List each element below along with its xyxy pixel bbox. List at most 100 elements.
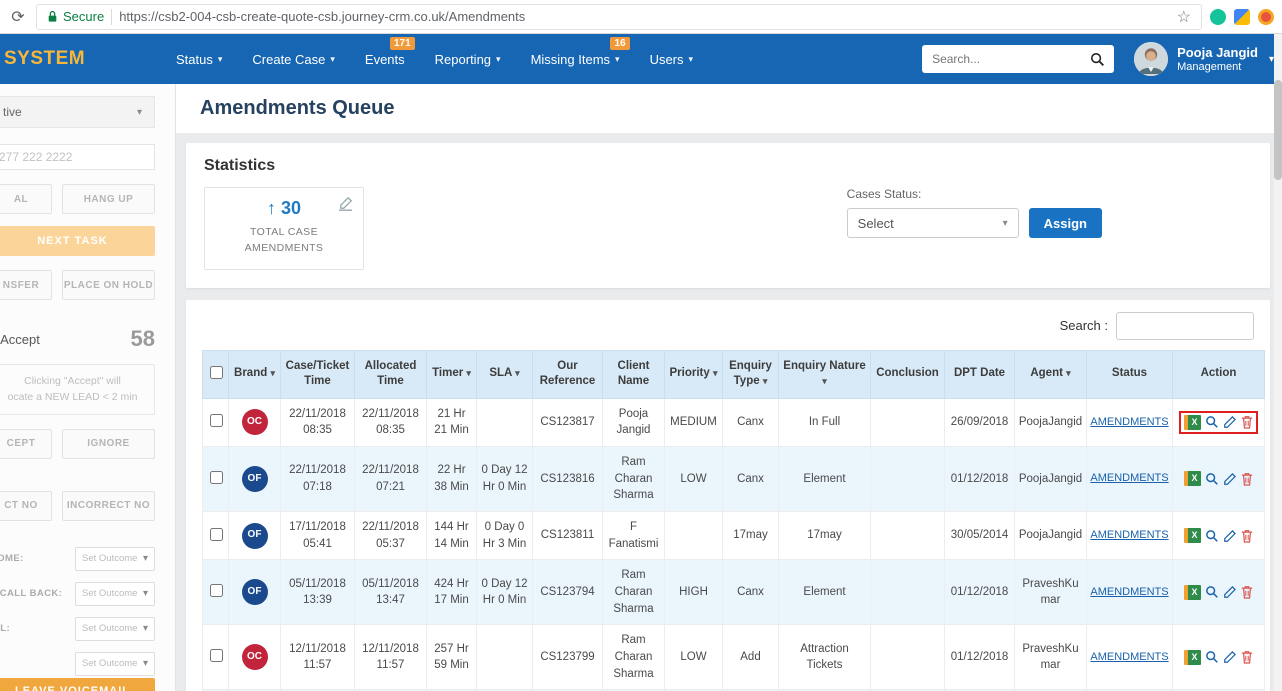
delete-icon[interactable] [1241, 472, 1253, 486]
sort-icon[interactable]: ▾ [713, 368, 718, 378]
total-case-amendments-card[interactable]: ↑ 30 TOTAL CASE AMENDMENTS [204, 187, 364, 270]
column-header[interactable]: Client Name [602, 349, 665, 399]
nav-item-users[interactable]: Users ▾ [650, 52, 693, 67]
delete-icon[interactable] [1241, 415, 1253, 429]
place-on-hold-button[interactable]: PLACE ON HOLD [62, 270, 155, 300]
user-menu[interactable]: Pooja Jangid Management ▾ [1134, 42, 1282, 76]
column-header[interactable]: Allocated Time [354, 349, 427, 399]
view-icon[interactable] [1205, 585, 1219, 599]
transfer-button[interactable]: NSFER [0, 270, 52, 300]
excel-export-icon[interactable]: X [1184, 471, 1201, 487]
status-amendments-link[interactable]: AMENDMENTS [1090, 586, 1168, 598]
leave-voicemail-button[interactable]: LEAVE VOICEMAIL [0, 678, 155, 691]
table-row: OC 22/11/2018 08:35 22/11/2018 08:35 21 Hr 21… [202, 397, 1265, 447]
column-header[interactable]: Timer ▾ [426, 349, 477, 399]
assign-button[interactable]: Assign [1028, 208, 1102, 238]
row-checkbox[interactable] [210, 471, 223, 485]
column-header[interactable]: Conclusion [870, 349, 945, 399]
extension-icon-red[interactable] [1258, 8, 1274, 25]
set-outcome-select[interactable]: Set Outcome ▾ [75, 616, 155, 641]
status-amendments-link[interactable]: AMENDMENTS [1090, 472, 1168, 484]
set-outcome-select[interactable]: Set Outcome ▾ [75, 546, 155, 571]
cases-status-select[interactable]: Select ▾ [846, 208, 1019, 238]
row-checkbox[interactable] [210, 649, 223, 663]
hang-up-button[interactable]: HANG UP [62, 184, 155, 214]
address-bar[interactable]: Secure https://csb2-004-csb-create-quote… [36, 3, 1202, 30]
enquiry-nature-cell: In Full [778, 397, 871, 447]
allocated-time-cell: 12/11/2018 11:57 [354, 624, 427, 691]
app-logo[interactable]: SYSTEM [0, 48, 176, 70]
edit-icon[interactable] [1223, 529, 1237, 543]
delete-icon[interactable] [1241, 650, 1253, 664]
accept-button[interactable]: CEPT [0, 428, 52, 459]
sort-icon[interactable]: ▾ [270, 368, 275, 378]
column-header[interactable]: Agent ▾ [1014, 349, 1087, 399]
sort-icon[interactable]: ▾ [466, 368, 471, 378]
view-icon[interactable] [1205, 529, 1219, 543]
global-search-button[interactable] [1080, 45, 1115, 73]
table-search-input[interactable] [1116, 311, 1254, 340]
column-header[interactable]: DPT Date [944, 349, 1015, 399]
nav-item-events[interactable]: Events 171 [365, 36, 415, 67]
column-header[interactable]: Our Reference [532, 349, 603, 399]
global-search-input[interactable] [922, 45, 1081, 73]
reload-icon[interactable]: ⟳ [8, 7, 28, 27]
status-cell: AMENDMENTS [1086, 559, 1173, 626]
delete-icon[interactable] [1241, 529, 1253, 543]
ignore-button[interactable]: IGNORE [62, 428, 155, 459]
sidebar-section-header[interactable]: tive ▾ [0, 96, 155, 128]
nav-item-create-case[interactable]: Create Case ▾ [252, 52, 335, 67]
set-outcome-select[interactable]: Set Outcome ▾ [75, 581, 155, 606]
bookmark-star-icon[interactable]: ☆ [1177, 7, 1191, 27]
set-outcome-select[interactable]: Set Outcome ▾ [75, 651, 155, 676]
edit-icon[interactable] [1223, 415, 1237, 429]
edit-icon[interactable] [1223, 585, 1237, 599]
sort-icon[interactable]: ▾ [1066, 368, 1071, 378]
status-amendments-link[interactable]: AMENDMENTS [1090, 651, 1168, 663]
phone-number-input[interactable] [0, 144, 155, 170]
edit-icon[interactable] [1223, 650, 1237, 664]
next-task-button[interactable]: NEXT TASK [0, 226, 155, 256]
row-checkbox[interactable] [210, 527, 223, 541]
excel-export-icon[interactable]: X [1184, 414, 1201, 430]
nav-item-status[interactable]: Status ▾ [176, 52, 222, 67]
excel-export-icon[interactable]: X [1184, 649, 1201, 665]
timer-cell: 424 Hr 17 Min [426, 559, 477, 626]
correct-number-button[interactable]: CT NO [0, 490, 52, 521]
excel-export-icon[interactable]: X [1184, 528, 1201, 544]
column-header[interactable]: Priority ▾ [664, 349, 723, 399]
extension-icon-green[interactable] [1210, 8, 1226, 25]
column-header[interactable]: Brand ▾ [228, 349, 281, 399]
column-header[interactable]: Case/Ticket Time [280, 349, 355, 399]
delete-icon[interactable] [1241, 585, 1253, 599]
status-amendments-link[interactable]: AMENDMENTS [1090, 529, 1168, 541]
nav-item-missing-items[interactable]: Missing Items ▾ 16 [531, 36, 630, 67]
row-checkbox[interactable] [210, 584, 223, 598]
chevron-down-icon: ▾ [496, 53, 501, 64]
column-header[interactable]: Enquiry Nature ▾ [778, 349, 871, 399]
nav-item-reporting[interactable]: Reporting ▾ [435, 52, 501, 67]
view-icon[interactable] [1205, 415, 1219, 429]
incorrect-number-button[interactable]: INCORRECT NO [62, 490, 155, 521]
column-header[interactable]: Status [1086, 349, 1173, 399]
sort-icon[interactable]: ▾ [822, 376, 827, 386]
excel-export-icon[interactable]: X [1184, 584, 1201, 600]
sort-icon[interactable]: ▾ [763, 376, 768, 386]
chevron-down-icon: ▾ [1002, 217, 1008, 229]
view-icon[interactable] [1205, 472, 1219, 486]
sort-icon[interactable]: ▾ [515, 368, 520, 378]
row-checkbox[interactable] [210, 414, 223, 428]
edit-icon[interactable] [1223, 472, 1237, 486]
view-icon[interactable] [1205, 650, 1219, 664]
status-amendments-link[interactable]: AMENDMENTS [1090, 416, 1168, 428]
page-scrollbar[interactable] [1274, 34, 1282, 691]
scrollbar-thumb[interactable] [1274, 80, 1282, 180]
extension-icon-multicolor[interactable] [1234, 8, 1250, 25]
edit-stat-icon[interactable] [337, 196, 354, 217]
select-all-checkbox[interactable] [210, 366, 223, 380]
dial-button[interactable]: AL [0, 184, 52, 214]
column-header[interactable]: Enquiry Type ▾ [722, 349, 779, 399]
column-header[interactable]: Action [1172, 349, 1265, 399]
column-header[interactable]: SLA ▾ [476, 349, 533, 399]
agent-cell: PoojaJangid [1014, 397, 1087, 447]
